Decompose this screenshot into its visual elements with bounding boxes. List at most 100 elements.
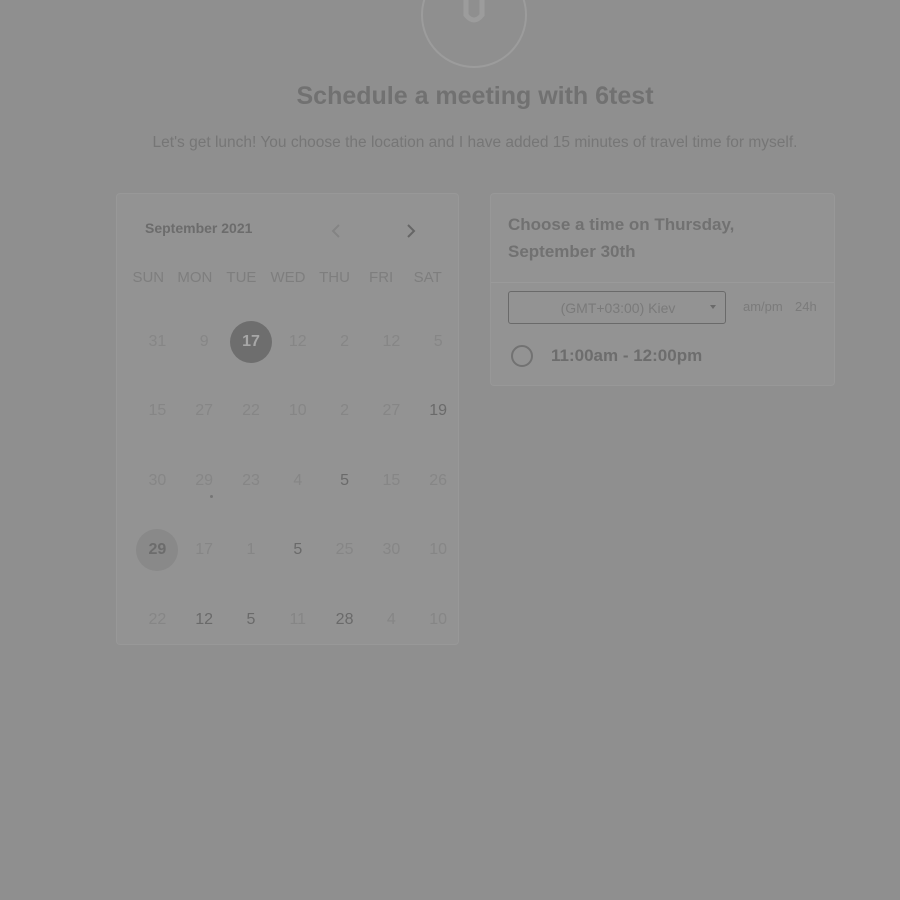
calendar-day: 11 — [274, 585, 321, 655]
calendar-day: 1 — [228, 516, 275, 586]
calendar-day: 12 — [368, 307, 415, 377]
time-slot-label: 11:00am - 12:00pm — [551, 346, 703, 365]
calendar-day-label: 19 — [429, 402, 448, 420]
divider — [491, 282, 834, 283]
calendar-day: 4 — [368, 585, 415, 655]
time-slot-option[interactable]: 11:00am - 12:00pm — [511, 345, 702, 367]
calendar-day: 10 — [415, 585, 462, 655]
calendar-day-grid: 31 9 17 12 2 12 5 15 27 22 10 2 27 19 30 29 23 4 5 15 26 29 17… — [134, 307, 462, 655]
calendar-day: 4 — [274, 446, 321, 516]
calendar-day-label: 29 — [136, 529, 179, 572]
calendar-day: 15 — [134, 377, 181, 447]
calendar-day: 30 — [134, 446, 181, 516]
calendar-day-label: 12 — [382, 332, 401, 350]
calendar-day-label: 15 — [382, 471, 401, 489]
weekday-label: MON — [177, 269, 213, 286]
calendar-day[interactable]: 12 — [181, 585, 228, 655]
calendar-day-today[interactable]: 29 — [134, 516, 181, 586]
radio-button[interactable] — [511, 345, 533, 367]
weekday-label: SAT — [413, 269, 442, 286]
calendar-day[interactable]: 5 — [321, 446, 368, 516]
calendar-day-label: 4 — [293, 471, 303, 489]
host-avatar-icon — [421, 0, 527, 68]
calendar-day-label: 29 — [195, 471, 214, 489]
timezone-select[interactable]: (GMT+03:00) Kiev — [508, 291, 726, 324]
page-title: Schedule a meeting with 6test — [296, 82, 654, 110]
weekday-label: WED — [270, 269, 306, 286]
calendar-day-label: 27 — [382, 402, 401, 420]
calendar-day-label: 10 — [429, 541, 448, 559]
calendar-day[interactable]: 19 — [415, 377, 462, 447]
calendar-day: 31 — [134, 307, 181, 377]
calendar-day: 27 — [181, 377, 228, 447]
previous-month-button[interactable] — [325, 220, 347, 242]
calendar-day-label: 12 — [195, 610, 214, 628]
calendar-day-label: 5 — [433, 332, 443, 350]
calendar-day: 26 — [415, 446, 462, 516]
calendar-day-label: 11 — [289, 610, 307, 628]
weekday-label: FRI — [369, 269, 394, 286]
calendar-day: 12 — [274, 307, 321, 377]
format-ampm-toggle[interactable]: am/pm — [743, 299, 783, 314]
calendar-day-label: 22 — [242, 402, 260, 420]
booking-page: Schedule a meeting with 6test Let's get … — [0, 0, 900, 900]
calendar-day-label: 28 — [335, 610, 354, 628]
chevron-right-icon — [407, 224, 416, 238]
weekday-header: SUN MON TUE WED THU FRI SAT — [125, 269, 451, 286]
calendar-day-label: 5 — [340, 471, 350, 489]
calendar-day-label: 2 — [340, 402, 350, 420]
calendar-day: 9 — [181, 307, 228, 377]
calendar-day: 15 — [368, 446, 415, 516]
calendar-day-label: 5 — [293, 541, 303, 559]
calendar-day-label: 10 — [429, 610, 448, 628]
time-selection-heading: Choose a time on Thursday, September 30t… — [508, 215, 735, 261]
calendar-month-label: September 2021 — [145, 220, 253, 236]
calendar-day-label: 2 — [340, 332, 350, 350]
calendar-day: 30 — [368, 516, 415, 586]
calendar-day-label: 23 — [242, 471, 260, 489]
calendar-day: 2 — [321, 307, 368, 377]
weekday-label: THU — [319, 269, 350, 286]
calendar-day: 2 — [321, 377, 368, 447]
calendar-day-label: 22 — [148, 610, 167, 628]
calendar-day[interactable]: 5 — [228, 585, 275, 655]
calendar-day: 10 — [415, 516, 462, 586]
calendar-day-label: 12 — [288, 332, 307, 350]
calendar-day-label: 17 — [195, 541, 214, 559]
calendar-day: 25 — [321, 516, 368, 586]
calendar-day: 5 — [415, 307, 462, 377]
calendar-day-label: 4 — [386, 610, 396, 628]
chevron-left-icon — [331, 224, 340, 238]
calendar-day-label: 5 — [246, 610, 256, 628]
calendar-day-label: 1 — [246, 541, 256, 559]
calendar-day: 22 — [228, 377, 275, 447]
calendar-day-label: 26 — [429, 471, 448, 489]
calendar-day-label: 30 — [148, 471, 167, 489]
caret-down-icon — [710, 305, 716, 309]
calendar-day: 10 — [274, 377, 321, 447]
calendar-day: 29 — [181, 446, 228, 516]
calendar-day[interactable]: 5 — [274, 516, 321, 586]
calendar-day: 17 — [181, 516, 228, 586]
next-month-button[interactable] — [400, 220, 422, 242]
timezone-value: (GMT+03:00) Kiev — [560, 299, 676, 316]
calendar-day-label: 10 — [288, 402, 307, 420]
weekday-label: SUN — [132, 269, 165, 286]
time-selection-card: Choose a time on Thursday, September 30t… — [491, 194, 834, 385]
calendar-day-label: 25 — [335, 541, 354, 559]
calendar-day-label: 9 — [199, 332, 209, 350]
calendar-day-label: 15 — [148, 402, 167, 420]
format-24h-toggle[interactable]: 24h — [795, 299, 817, 314]
calendar-day-label: 30 — [382, 541, 401, 559]
calendar-day: 23 — [228, 446, 275, 516]
calendar-day: 27 — [368, 377, 415, 447]
weekday-label: TUE — [226, 269, 257, 286]
calendar-card: September 2021 SUN MON TUE WED THU FRI S… — [117, 194, 458, 644]
calendar-day[interactable]: 28 — [321, 585, 368, 655]
calendar-day-label: 31 — [148, 332, 167, 350]
event-description: Let's get lunch! You choose the location… — [152, 134, 798, 151]
calendar-day-label: 27 — [195, 402, 214, 420]
calendar-day-selected[interactable]: 17 — [228, 307, 275, 377]
calendar-day: 22 — [134, 585, 181, 655]
calendar-day-label: 17 — [229, 320, 272, 363]
